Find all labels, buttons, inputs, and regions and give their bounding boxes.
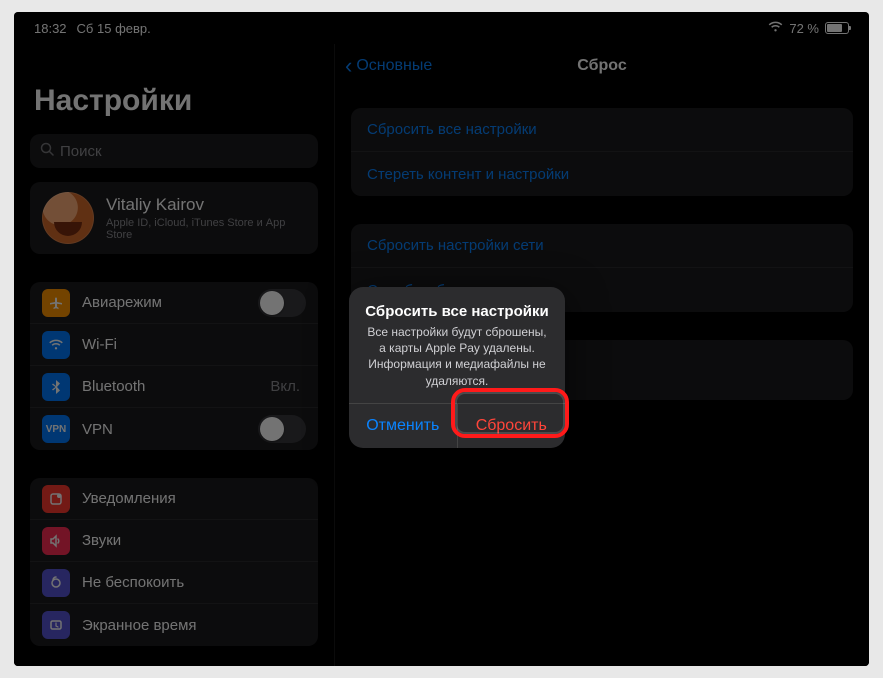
sidebar-item-sounds[interactable]: Звуки (30, 520, 318, 562)
sidebar-item-account[interactable]: Vitaliy Kairov Apple ID, iCloud, iTunes … (30, 182, 318, 254)
account-sub: Apple ID, iCloud, iTunes Store и App Sto… (106, 217, 306, 241)
account-name: Vitaliy Kairov (106, 195, 306, 215)
settings-sidebar: Настройки Поиск Vitaliy Kairov Apple ID,… (14, 44, 334, 666)
sidebar-item-vpn[interactable]: VPN VPN (30, 408, 318, 450)
alert-message: Все настройки будут сброшены, а карты Ap… (363, 324, 551, 389)
sidebar-item-wifi[interactable]: Wi-Fi (30, 324, 318, 366)
sidebar-group-connectivity: Авиарежим Wi-Fi Bluetooth Вкл. VPN VPN (30, 282, 318, 450)
page-title: Настройки (14, 44, 334, 128)
sidebar-item-bluetooth[interactable]: Bluetooth Вкл. (30, 366, 318, 408)
bluetooth-value: Вкл. (270, 378, 300, 395)
reset-all-settings-row[interactable]: Сбросить все настройки (351, 108, 853, 152)
wifi-status-icon (768, 21, 783, 36)
cancel-button[interactable]: Отменить (349, 404, 458, 448)
sidebar-item-notifications[interactable]: Уведомления (30, 478, 318, 520)
erase-content-row[interactable]: Стереть контент и настройки (351, 152, 853, 196)
detail-header: ‹ Основные Сброс (335, 44, 869, 88)
sidebar-item-screentime[interactable]: Экранное время (30, 604, 318, 646)
sounds-icon (42, 527, 70, 555)
sidebar-item-airplane[interactable]: Авиарежим (30, 282, 318, 324)
notifications-icon (42, 485, 70, 513)
search-icon (40, 142, 54, 160)
search-placeholder: Поиск (60, 143, 102, 160)
status-time: 18:32 (34, 21, 67, 36)
alert-title: Сбросить все настройки (363, 303, 551, 320)
detail-title: Сброс (577, 57, 626, 75)
status-bar: 18:32 Сб 15 февр. 72 % (14, 12, 869, 44)
vpn-toggle[interactable] (258, 415, 306, 443)
wifi-icon (42, 331, 70, 359)
confirm-reset-button[interactable]: Сбросить (458, 404, 566, 448)
reset-network-row[interactable]: Сбросить настройки сети (351, 224, 853, 268)
airplane-icon (42, 289, 70, 317)
screentime-icon (42, 611, 70, 639)
status-date: Сб 15 февр. (77, 21, 151, 36)
search-input[interactable]: Поиск (30, 134, 318, 168)
back-button[interactable]: ‹ Основные (345, 55, 432, 77)
chevron-left-icon: ‹ (345, 55, 352, 77)
avatar (42, 192, 94, 244)
dnd-icon (42, 569, 70, 597)
battery-percentage: 72 % (789, 21, 819, 36)
airplane-toggle[interactable] (258, 289, 306, 317)
vpn-icon: VPN (42, 415, 70, 443)
battery-icon (825, 22, 849, 34)
reset-group-1: Сбросить все настройки Стереть контент и… (351, 108, 853, 196)
sidebar-group-alerts: Уведомления Звуки Не беспокоить Экранное… (30, 478, 318, 646)
bluetooth-icon (42, 373, 70, 401)
confirm-reset-alert: Сбросить все настройки Все настройки буд… (349, 287, 565, 448)
sidebar-item-dnd[interactable]: Не беспокоить (30, 562, 318, 604)
